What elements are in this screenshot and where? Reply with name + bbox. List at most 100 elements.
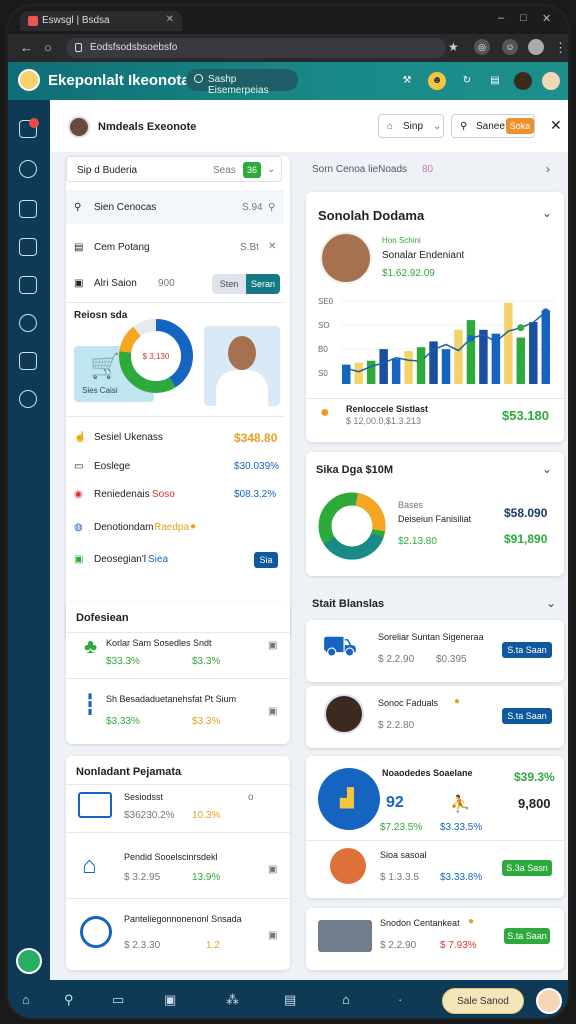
layout-icon[interactable] — [19, 200, 37, 218]
extension-icon[interactable]: ☺ — [502, 39, 518, 55]
image-icon[interactable]: ▣ — [164, 992, 176, 1008]
compose-button[interactable] — [16, 948, 42, 974]
list-item[interactable]: ▤ Cem Potang S.Bt ✕ — [66, 230, 284, 264]
divider — [66, 784, 290, 785]
user-avatar[interactable] — [68, 116, 90, 138]
file-icon[interactable] — [19, 276, 37, 294]
search-icon[interactable]: ⚲ — [268, 202, 275, 213]
url-field[interactable]: Eodsfsodsbsoebsfo — [66, 38, 446, 58]
stat-button[interactable]: Sia — [254, 552, 278, 568]
camera-icon[interactable] — [19, 352, 37, 370]
back-icon[interactable]: ← — [20, 40, 33, 55]
summary-value: $53.180 — [502, 408, 549, 423]
section-header: Sorn Cenoa lieNoads — [312, 164, 408, 175]
person-photo — [320, 232, 372, 284]
layout-icon[interactable]: ▭ — [112, 992, 124, 1008]
export-icon[interactable]: ▣ — [268, 864, 277, 875]
card-value: $3.33.5% — [440, 822, 483, 833]
grid-icon[interactable]: ⁂ — [226, 992, 239, 1008]
divider — [66, 678, 290, 679]
stat-row[interactable]: ▭ Eoslege $30.039% — [66, 452, 284, 480]
user-avatar[interactable] — [514, 72, 532, 90]
item-value: $ 2.2.90 — [380, 940, 417, 951]
chart-bar — [541, 310, 550, 384]
item-button[interactable]: S.ta Saan — [502, 708, 552, 724]
extension-icon[interactable]: ◎ — [474, 39, 490, 55]
emoji-icon[interactable]: ☻ — [428, 72, 446, 90]
support-icon — [80, 916, 112, 948]
status-toggle[interactable]: Sten Seran — [212, 274, 280, 294]
list-item-value: S.Bt — [240, 242, 259, 253]
user-avatar[interactable] — [536, 988, 562, 1014]
chevron-down-icon[interactable]: ⌄ — [542, 206, 552, 220]
minimize-icon[interactable]: – — [498, 12, 504, 24]
trend-point — [467, 334, 475, 342]
stat-row[interactable]: ▣ Deosegian'l Siea Sia — [66, 544, 284, 574]
reload-icon[interactable]: ○ — [44, 40, 52, 55]
maximize-icon[interactable]: □ — [520, 12, 527, 24]
chevron-right-icon[interactable]: › — [546, 162, 550, 176]
export-icon[interactable]: ▣ — [268, 640, 277, 651]
gear-icon[interactable] — [19, 390, 37, 408]
donut-value: $2.13.80 — [398, 536, 437, 547]
profile-avatar-icon[interactable] — [528, 39, 544, 55]
list-item[interactable]: ⚲ Sien Cenocas S.94 ⚲ — [66, 190, 284, 224]
stat-row[interactable]: ◍ Denotiondam Raedpa ● — [66, 512, 284, 542]
search-icon[interactable] — [19, 160, 37, 178]
chart-card: Sonolah Dodama ⌄ Hon Schini Sonalar Ende… — [306, 192, 564, 442]
home-icon[interactable]: ⌂ — [22, 992, 30, 1007]
globe-icon[interactable] — [19, 314, 37, 332]
order-item[interactable]: Snodon Centankeat ● $ 2.2.90 $ 7.93% S.t… — [306, 908, 564, 970]
refresh-icon[interactable]: ↻ — [458, 72, 476, 90]
tab-close-icon[interactable]: ✕ — [166, 14, 174, 25]
city-photo — [318, 920, 372, 952]
person-sub: Sonalar Endeniant — [382, 250, 465, 261]
toggle-off[interactable]: Sten — [212, 274, 246, 294]
item-button[interactable]: S.ta Saan — [502, 642, 552, 658]
export-icon[interactable]: ▣ — [268, 706, 277, 717]
card-title: Sika Dga $10M — [316, 464, 394, 476]
donut-card: Sika Dga $10M ⌄ Bases Deiseiun Fanisilia… — [306, 452, 564, 576]
more-menu-icon[interactable]: ⋮ — [554, 40, 567, 56]
chat-icon[interactable]: ▤ — [486, 72, 504, 90]
primary-action-button[interactable]: Sale Sanod — [442, 988, 524, 1014]
building-icon[interactable]: ⌂ — [342, 992, 350, 1007]
close-icon[interactable]: ✕ — [550, 117, 562, 134]
tree-icon: ♣ — [84, 636, 98, 658]
view-dropdown[interactable]: ⌂ Sinp ⌄ — [378, 114, 444, 138]
food-photo — [330, 848, 366, 884]
dots-icon[interactable]: · — [398, 992, 402, 1007]
item-button[interactable]: S.ta Saan — [504, 928, 550, 944]
user-avatar[interactable] — [542, 72, 560, 90]
message-icon[interactable]: ▤ — [284, 992, 296, 1008]
search-button[interactable]: ⚲ Sanee Soka — [451, 114, 535, 138]
item-title: Soreliar Suntan Sigeneraa — [378, 632, 484, 642]
close-icon[interactable]: ✕ — [268, 241, 276, 252]
stat-extra: Raedpa — [154, 522, 190, 533]
stake-item[interactable]: ⛟ Soreliar Suntan Sigeneraa $ 2.2.90 $0.… — [306, 620, 564, 682]
bookmark-star-icon[interactable]: ★ — [448, 40, 459, 54]
search-badge: Soka — [506, 118, 534, 134]
chevron-down-icon[interactable]: ⌄ — [546, 596, 556, 610]
item-title: Korlar Sam Sosedles Sndt — [106, 638, 212, 648]
chevron-down-icon[interactable]: ⌄ — [542, 462, 552, 476]
trend-point — [417, 357, 425, 365]
filter-select[interactable]: Sip d Buderia Seas 36 ⌄ — [66, 156, 282, 182]
item-value: $3.33% — [106, 716, 140, 727]
stake-item[interactable]: Sonoc Faduals ● $ 2.2.80 S.ta Saan — [306, 686, 564, 748]
stat-row[interactable]: ☝ Sesiel Ukenass $348.80 — [66, 422, 284, 452]
document-icon[interactable] — [19, 238, 37, 256]
search-icon: ⚲ — [74, 202, 82, 213]
window-close-icon[interactable]: ✕ — [542, 12, 551, 25]
pin-icon[interactable]: ⚒ — [398, 72, 416, 90]
stat-row[interactable]: ◉ Reniedenais Soso $08.3.2% — [66, 480, 284, 508]
browser-tab[interactable]: Eswsgl | Bsdsa ✕ — [20, 11, 182, 31]
item-button[interactable]: S.3a Sasn — [502, 860, 552, 876]
search-icon[interactable]: ⚲ — [64, 992, 74, 1008]
list-item[interactable]: ▣ Alri Saion 900 Sten Seran — [66, 266, 284, 300]
app-search-input[interactable]: Sashp Eisemerpeias — [186, 69, 298, 96]
toggle-on[interactable]: Seran — [246, 274, 280, 294]
chevron-down-icon: ⌄ — [267, 164, 276, 175]
donut-value: $58.090 — [504, 506, 548, 520]
export-icon[interactable]: ▣ — [268, 930, 277, 941]
